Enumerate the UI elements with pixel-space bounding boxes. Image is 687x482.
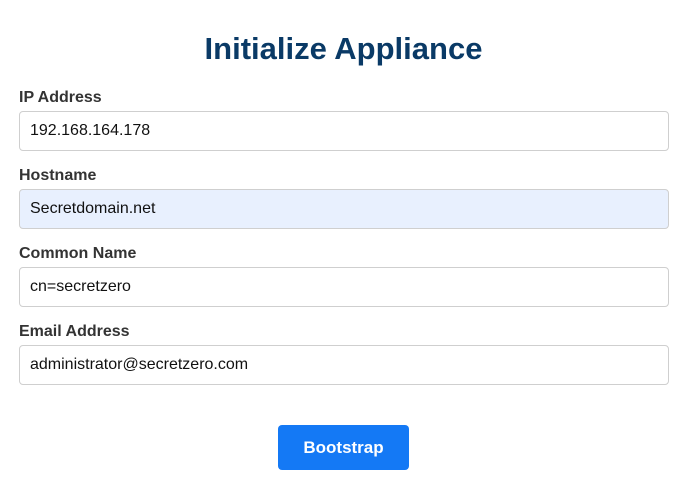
email-address-label: Email Address: [19, 323, 130, 340]
email-address-input[interactable]: [19, 345, 669, 385]
page-title: Initialize Appliance: [204, 31, 483, 66]
common-name-input[interactable]: [19, 267, 669, 307]
initialize-appliance-form: Initialize Appliance IP Address Hostname…: [0, 0, 687, 482]
ip-address-input[interactable]: [19, 111, 669, 151]
hostname-label: Hostname: [19, 167, 97, 184]
ip-address-label: IP Address: [19, 89, 102, 106]
bootstrap-button[interactable]: Bootstrap: [278, 425, 409, 470]
hostname-input[interactable]: [19, 189, 669, 229]
common-name-label: Common Name: [19, 245, 137, 262]
